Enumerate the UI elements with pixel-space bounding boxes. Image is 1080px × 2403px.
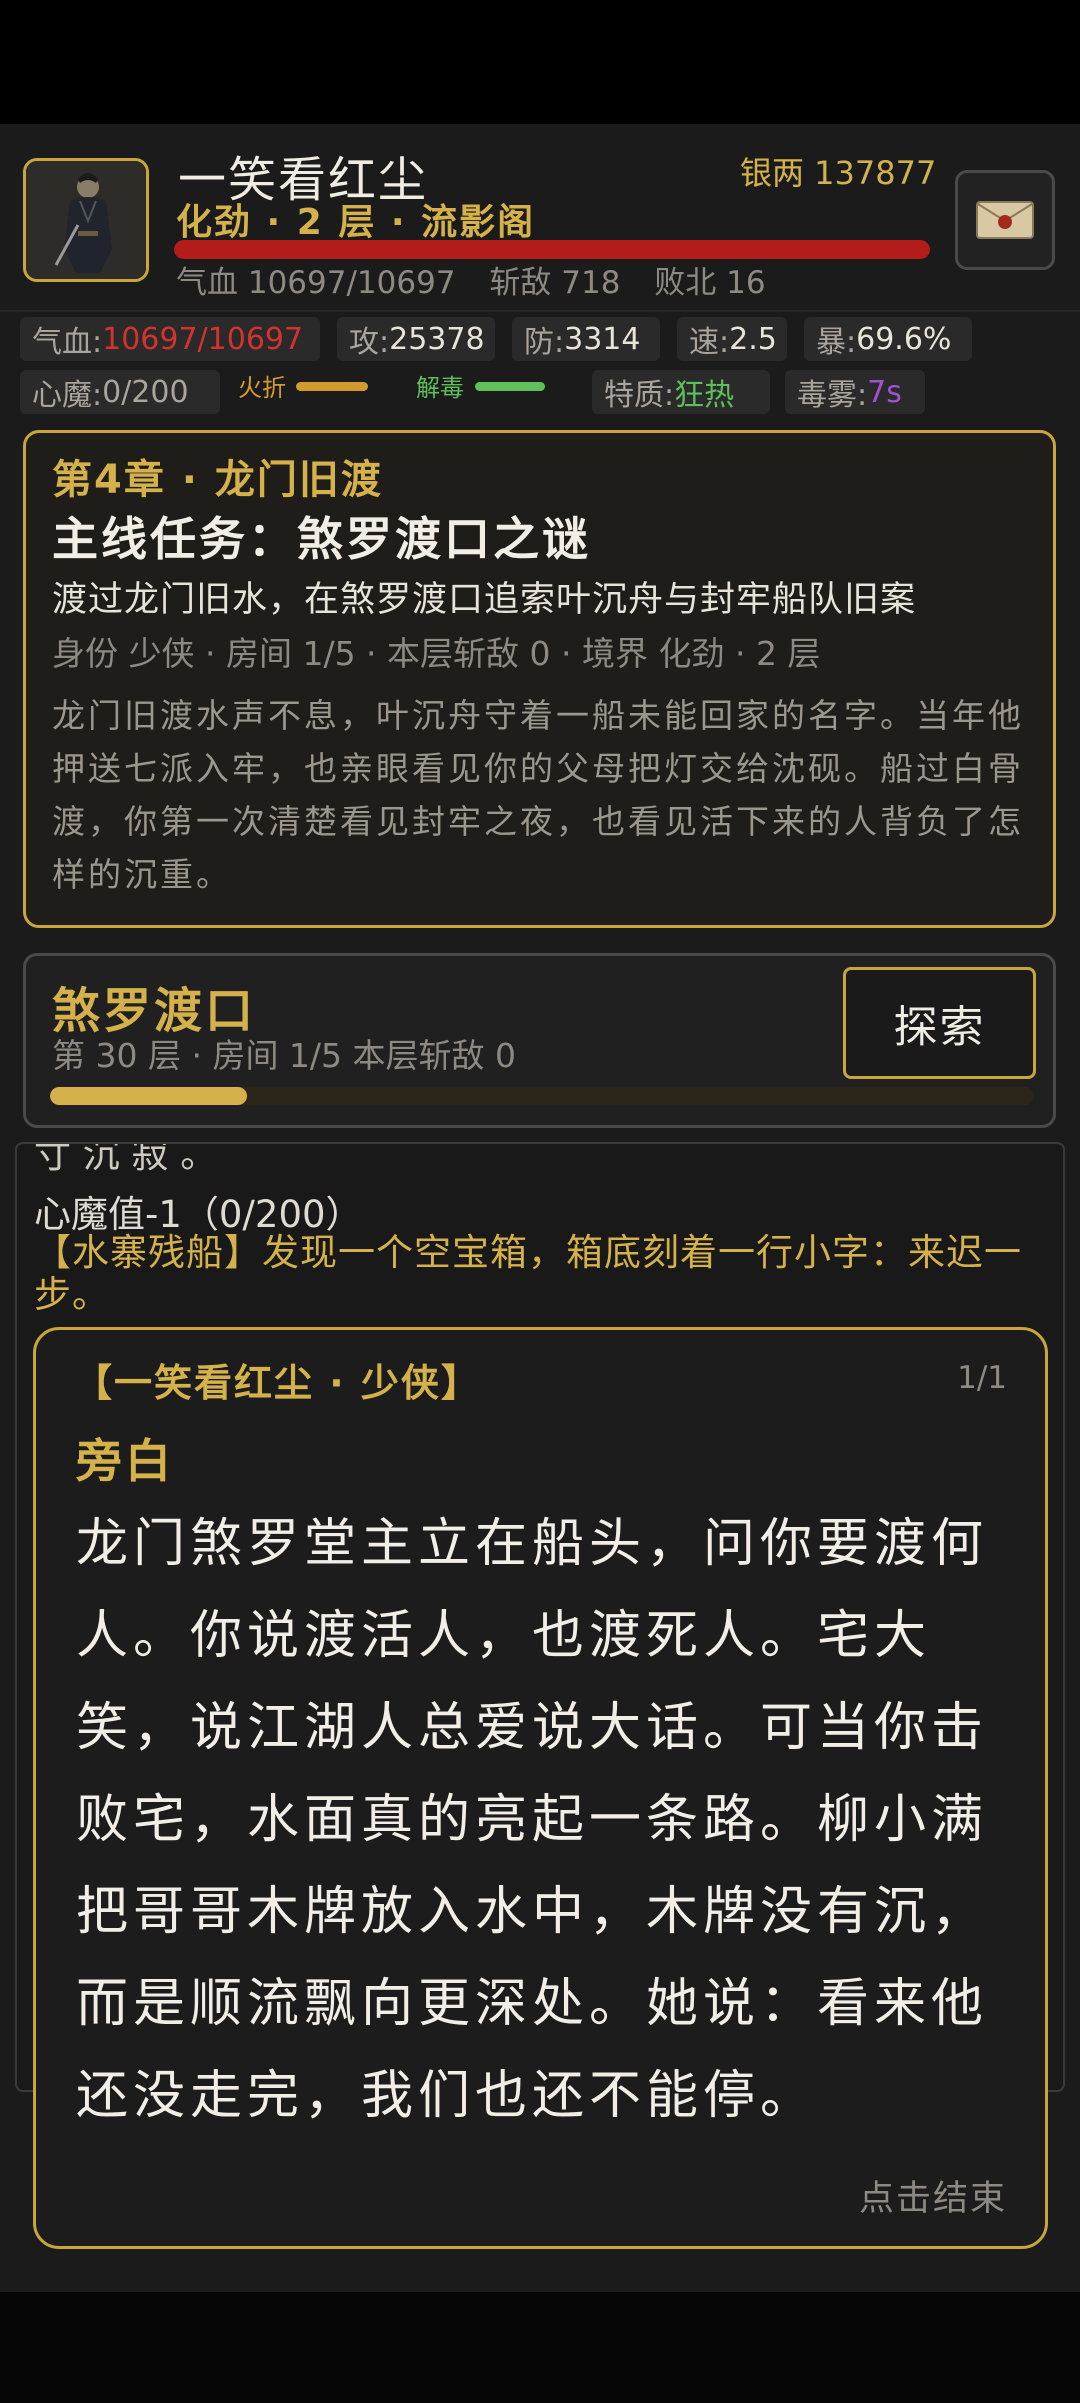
log-line-demon: 心魔值-1（0/200） bbox=[34, 1193, 363, 1236]
letter-icon bbox=[976, 201, 1034, 239]
swordsman-avatar-icon bbox=[26, 161, 146, 279]
story-dialog[interactable]: 【一笑看红尘 · 少侠】 1/1 旁白 龙门煞罗堂主立在船头，问你要渡何人。你说… bbox=[33, 1327, 1048, 2249]
click-to-end-button[interactable]: 点击结束 bbox=[859, 2170, 1007, 2221]
crit-value: 69.6% bbox=[856, 321, 952, 357]
log-line-chest: 【水寨残船】发现一个空宝箱，箱底刻着一行小字：来迟一步。 bbox=[34, 1231, 1022, 1316]
crit-label: 暴: bbox=[816, 325, 857, 360]
floor-progress-fill bbox=[50, 1087, 247, 1105]
hp-stat-value: 10697/10697 bbox=[102, 321, 304, 357]
fog-label: 毒雾: bbox=[797, 378, 868, 413]
demon-value: 0/200 bbox=[102, 374, 189, 410]
speed-stat-chip: 速: 2.5 bbox=[677, 317, 787, 361]
attack-label: 攻: bbox=[349, 325, 390, 360]
vitals-row: 气血 10697/10697 斩敌 718 败北 16 bbox=[176, 257, 790, 302]
dialog-text: 龙门煞罗堂主立在船头，问你要渡何人。你说渡活人，也渡死人。宅大笑，说江湖人总爱说… bbox=[76, 1514, 989, 2126]
fog-stat-chip: 毒雾: 7s bbox=[785, 370, 925, 414]
poison-bar bbox=[475, 382, 545, 391]
hp-stat-label: 气血: bbox=[32, 325, 103, 360]
bottom-bar bbox=[0, 2292, 1080, 2403]
defense-label: 防: bbox=[524, 325, 565, 360]
defense-stat-chip: 防: 3314 bbox=[512, 317, 660, 361]
hp-text: 气血 10697/10697 bbox=[176, 265, 456, 301]
explore-button[interactable]: 探索 bbox=[843, 967, 1036, 1079]
crit-stat-chip: 暴: 69.6% bbox=[804, 317, 972, 361]
dialog-page-indicator: 1/1 bbox=[957, 1360, 1007, 1396]
floor-progress-bar bbox=[50, 1087, 1034, 1105]
header-divider bbox=[0, 310, 1080, 312]
quest-story: 龙门旧渡水声不息，叶沉舟守着一船未能回家的名字。当年他押送七派入牢，也亲眼看见你… bbox=[52, 696, 1024, 894]
fire-bar bbox=[296, 382, 368, 391]
mail-button[interactable] bbox=[955, 170, 1055, 270]
fog-value: 7s bbox=[867, 374, 902, 410]
location-card: 煞罗渡口 第 30 层 · 房间 1/5 本层斩敌 0 探索 bbox=[23, 953, 1056, 1128]
speed-label: 速: bbox=[689, 325, 730, 360]
attack-value: 25378 bbox=[389, 321, 485, 357]
defense-value: 3314 bbox=[564, 321, 641, 357]
main-quest-card[interactable]: 第4章 · 龙门旧渡 主线任务：煞罗渡口之谜 渡过龙门旧水，在煞罗渡口追索叶沉舟… bbox=[23, 430, 1056, 928]
quest-meta: 身份 少侠 · 房间 1/5 · 本层斩敌 0 · 境界 化劲 · 2 层 bbox=[52, 634, 821, 673]
dialog-speaker: 【一笑看红尘 · 少侠】 bbox=[74, 1361, 481, 1405]
quest-goal: 渡过龙门旧水，在煞罗渡口追索叶沉舟与封牢船队旧案 bbox=[52, 580, 917, 620]
quest-title: 主线任务：煞罗渡口之谜 bbox=[52, 512, 591, 566]
quest-chapter: 第4章 · 龙门旧渡 bbox=[52, 457, 383, 503]
silver-count: 银两 137877 bbox=[740, 154, 937, 192]
poison-label: 解毒 bbox=[416, 374, 464, 402]
log-line-partial: 寸 沉 寂 。 bbox=[34, 1142, 218, 1176]
attack-stat-chip: 攻: 25378 bbox=[337, 317, 495, 361]
demon-label: 心魔: bbox=[32, 378, 103, 413]
dialog-role: 旁白 bbox=[76, 1434, 174, 1488]
speed-value: 2.5 bbox=[729, 321, 777, 357]
character-portrait[interactable] bbox=[23, 158, 149, 282]
location-floor-info: 第 30 层 · 房间 1/5 本层斩敌 0 bbox=[52, 1036, 517, 1075]
hp-stat-chip: 气血: 10697/10697 bbox=[20, 317, 320, 361]
kills-text: 斩敌 718 bbox=[489, 265, 621, 301]
defeats-text: 败北 16 bbox=[654, 265, 766, 301]
trait-label: 特质: bbox=[604, 378, 675, 413]
realm-label: 化劲 · 2 层 · 流影阁 bbox=[176, 202, 536, 243]
trait-value: 狂热 bbox=[674, 378, 735, 413]
trait-stat-chip: 特质: 狂热 bbox=[592, 370, 770, 414]
fire-label: 火折 bbox=[238, 374, 286, 402]
demon-stat-chip: 心魔: 0/200 bbox=[20, 370, 220, 414]
